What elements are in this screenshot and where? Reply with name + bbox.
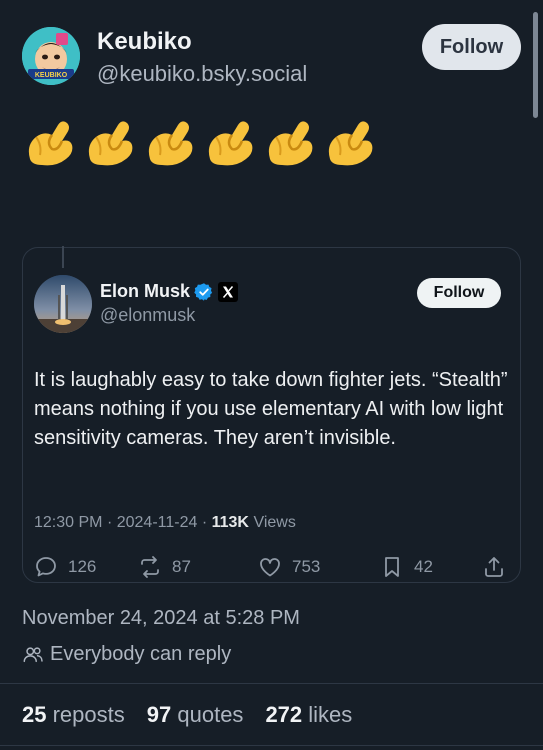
quoted-author-avatar[interactable] <box>34 275 92 333</box>
reply-setting: Everybody can reply <box>22 643 231 666</box>
reply-icon <box>36 557 56 577</box>
like-icon <box>260 558 280 577</box>
reply-count: 126 <box>68 557 97 576</box>
share-icon <box>485 557 503 577</box>
bookmark-action[interactable]: 42 <box>380 555 433 579</box>
pinched-fingers-emoji <box>268 121 313 166</box>
pinched-fingers-emoji <box>88 121 133 166</box>
reposts-stat[interactable]: 25 reposts <box>22 702 125 728</box>
quoted-action-bar: 126 87 753 42 <box>34 555 510 581</box>
reply-action[interactable]: 126 <box>34 555 96 579</box>
pinched-fingers-emoji <box>28 121 73 166</box>
quoted-author-handle[interactable]: @elonmusk <box>100 305 195 326</box>
post-header: KEUBIKO Keubiko @keubiko.bsky.social Fol… <box>22 24 522 91</box>
quoted-views-count: 113K <box>211 514 249 531</box>
scrollbar[interactable] <box>533 12 538 118</box>
divider <box>0 745 543 746</box>
quoted-follow-button[interactable]: Follow <box>417 278 501 308</box>
like-count: 753 <box>292 557 321 576</box>
quoted-post-card[interactable]: Elon Musk @elonmusk Follow It is laughab… <box>22 246 521 583</box>
likes-stat[interactable]: 272 likes <box>265 702 352 728</box>
quoted-views-label: Views <box>253 514 296 531</box>
author-handle[interactable]: @keubiko.bsky.social <box>97 61 307 87</box>
divider <box>0 683 543 684</box>
avatar-logo-text: KEUBIKO <box>35 72 68 79</box>
post-text <box>22 115 382 171</box>
engagement-stats: 25 reposts 97 quotes 272 likes <box>22 702 352 728</box>
post-timestamp[interactable]: November 24, 2024 at 5:28 PM <box>22 607 300 630</box>
quoted-author-name[interactable]: Elon Musk <box>100 281 190 302</box>
x-logo-icon <box>218 281 239 302</box>
quoted-post-date[interactable]: 2024-11-24 <box>117 514 198 531</box>
meta-separator: · <box>106 514 117 531</box>
follow-button[interactable]: Follow <box>422 24 521 70</box>
like-action[interactable]: 753 <box>258 555 320 579</box>
quoted-author-name-row: Elon Musk <box>100 281 239 302</box>
bookmark-icon <box>385 557 399 577</box>
meta-separator: · <box>201 514 212 531</box>
quotes-stat[interactable]: 97 quotes <box>147 702 244 728</box>
quoted-post-time[interactable]: 12:30 PM <box>34 514 102 531</box>
author-display-name[interactable]: Keubiko <box>97 28 192 56</box>
verified-icon <box>194 282 213 301</box>
reply-setting-text: Everybody can reply <box>50 643 232 665</box>
pinched-fingers-emoji <box>148 121 193 166</box>
repost-icon <box>141 556 159 578</box>
repost-count: 87 <box>172 557 191 576</box>
people-icon <box>23 646 43 662</box>
pinched-fingers-emoji <box>208 121 253 166</box>
author-avatar[interactable]: KEUBIKO <box>22 27 80 85</box>
quoted-post-text: It is laughably easy to take down fighte… <box>34 369 508 449</box>
quoted-post-meta: 12:30 PM · 2024-11-24 · 113K Views <box>34 514 296 532</box>
repost-action[interactable]: 87 <box>138 555 191 579</box>
thread-line <box>62 246 64 268</box>
bookmark-count: 42 <box>414 557 433 576</box>
share-action[interactable] <box>482 555 506 579</box>
pinched-fingers-emoji <box>328 121 373 166</box>
